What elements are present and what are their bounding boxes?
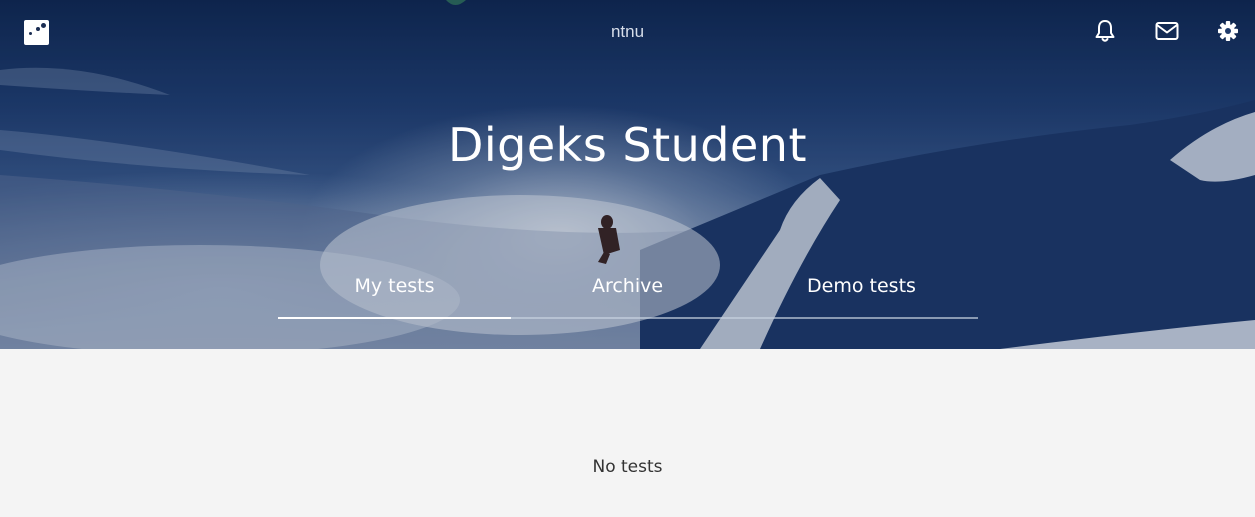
organization-name: ntnu — [610, 22, 645, 41]
tab-my-tests[interactable]: My tests — [278, 268, 511, 319]
bell-icon — [1095, 20, 1115, 42]
notifications-button[interactable] — [1092, 18, 1118, 44]
page-title: Digeks Student — [447, 118, 807, 172]
settings-button[interactable] — [1215, 18, 1241, 44]
messages-button[interactable] — [1154, 18, 1180, 44]
tab-label: Archive — [591, 275, 664, 297]
active-tab-indicator — [278, 317, 511, 319]
empty-state-message: No tests — [592, 457, 663, 477]
tab-label: Demo tests — [807, 275, 916, 297]
mail-icon — [1155, 22, 1179, 40]
gear-icon — [1218, 21, 1238, 41]
tab-archive[interactable]: Archive — [511, 268, 744, 319]
tab-label: My tests — [354, 275, 435, 297]
tab-demo-tests[interactable]: Demo tests — [745, 268, 978, 319]
hero-banner: ntnu Digeks Student My tests Archive Dem… — [0, 0, 1255, 349]
top-bar: ntnu — [0, 0, 1255, 64]
tab-bar: My tests Archive Demo tests — [278, 268, 978, 319]
